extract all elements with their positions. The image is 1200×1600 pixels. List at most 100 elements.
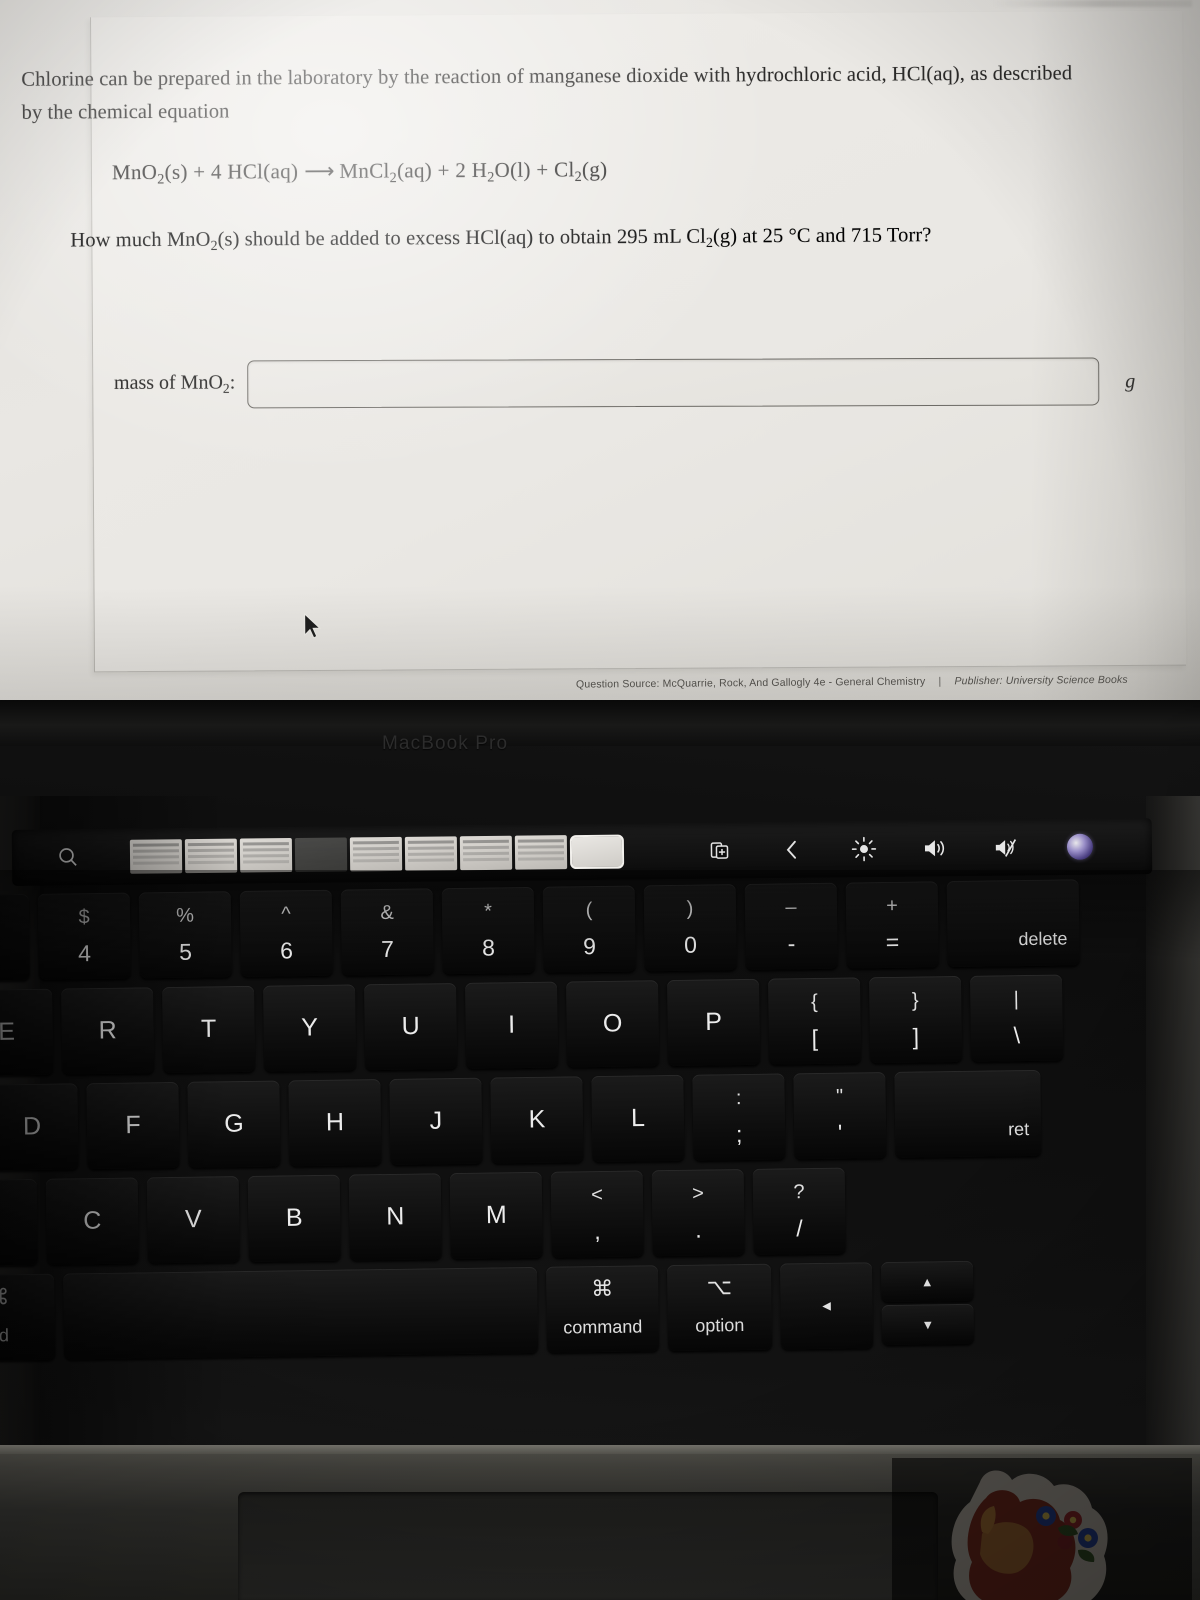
key-m[interactable]: M [449, 1171, 543, 1260]
key-i[interactable]: I [465, 981, 559, 1069]
key-command-left[interactable]: ⌘ nd [0, 1273, 56, 1362]
key-arrow-up[interactable]: ▴ [880, 1260, 974, 1303]
key-b[interactable]: B [247, 1174, 341, 1262]
key-u[interactable]: U [364, 982, 458, 1071]
touchbar-tab-thumbnail[interactable] [184, 838, 238, 874]
mass-answer-input[interactable] [247, 357, 1100, 409]
key-4-shift-label: $ [78, 906, 90, 929]
touchbar-tab-thumbnail[interactable] [239, 838, 293, 873]
key-e[interactable]: E [0, 988, 54, 1076]
equation-product-2a: H [471, 157, 488, 183]
key-9-label: 9 [582, 933, 597, 960]
answer-row: mass of MnO2: g [77, 357, 1177, 409]
trackpad[interactable] [238, 1492, 938, 1600]
key-arrow-left[interactable]: ◂ [779, 1262, 874, 1350]
key-c[interactable]: C [45, 1177, 139, 1265]
equation-product-3-state: (g) [581, 157, 608, 182]
key-n[interactable]: N [348, 1173, 442, 1261]
key-delete[interactable]: delete [946, 879, 1080, 968]
cut-off-ui-sliver [992, 0, 1192, 7]
touchbar-mute-button[interactable] [994, 833, 1022, 861]
key-greater-than-label: > [691, 1182, 704, 1205]
key-space[interactable] [63, 1266, 539, 1360]
touchbar-tab-thumbnail-active[interactable] [569, 834, 625, 870]
touchbar-search-button[interactable] [12, 845, 124, 870]
brightness-icon [851, 836, 877, 862]
touchbar-volume-button[interactable] [922, 834, 950, 862]
command-symbol-icon: ⌘ [591, 1275, 614, 1302]
key-command-right[interactable]: ⌘ command [545, 1265, 660, 1353]
key-r[interactable]: R [61, 987, 155, 1075]
key-bracket-left[interactable]: { [ [767, 977, 862, 1065]
key-o[interactable]: O [566, 980, 660, 1068]
touchbar-tab-thumbnail[interactable] [404, 836, 458, 871]
key-8[interactable]: * 8 [441, 886, 535, 975]
touch-bar[interactable] [11, 818, 1153, 886]
touchbar-back-button[interactable] [778, 836, 806, 864]
key-d-label: D [22, 1112, 42, 1141]
key-backslash[interactable]: | \ [969, 974, 1064, 1062]
key-n-label: N [386, 1202, 405, 1231]
key-question-mark-label: ? [793, 1181, 805, 1204]
key-7[interactable]: & 7 [340, 888, 434, 976]
key-y[interactable]: Y [263, 984, 357, 1072]
key-p[interactable]: P [667, 978, 761, 1067]
reaction-arrow-icon: ⟶ [304, 158, 334, 184]
touchbar-controls [706, 832, 1152, 865]
touchbar-tab-strip[interactable] [124, 834, 625, 874]
key-comma[interactable]: < , [550, 1170, 644, 1258]
touchbar-tab-thumbnail[interactable] [294, 837, 348, 873]
key-l[interactable]: L [591, 1074, 685, 1163]
key-return-label: ret [1007, 1119, 1030, 1140]
key-period-label: . [695, 1216, 702, 1243]
equation-product-2-sub: 2 [487, 169, 495, 186]
key-0[interactable]: ) 0 [643, 884, 737, 972]
key-equals[interactable]: + = [845, 881, 939, 969]
key-d[interactable]: D [0, 1083, 79, 1171]
key-g[interactable]: G [187, 1080, 281, 1168]
key-t[interactable]: T [162, 985, 256, 1074]
key-0-shift-label: ) [686, 897, 694, 920]
key-apostrophe-label: ' [837, 1119, 843, 1146]
key-slash[interactable]: ? / [752, 1167, 846, 1255]
key-hyphen[interactable]: – - [744, 882, 838, 970]
key-return[interactable]: ret [894, 1069, 1042, 1158]
key-g-label: G [224, 1109, 244, 1138]
key-y-label: Y [301, 1013, 319, 1042]
touchbar-tab-thumbnail[interactable] [459, 835, 513, 871]
key-9[interactable]: ( 9 [542, 885, 636, 973]
key-4[interactable]: $ 4 [37, 892, 131, 980]
key-3[interactable]: # 3 [0, 893, 30, 982]
key-arrow-down[interactable]: ▾ [881, 1303, 975, 1346]
screenshot-stage: Chlorine can be prepared in the laborato… [0, 0, 1200, 1600]
key-period[interactable]: > . [651, 1168, 745, 1257]
key-6[interactable]: ^ 6 [239, 889, 333, 977]
key-option-label: option [695, 1315, 745, 1336]
citation-separator: | [938, 675, 942, 688]
key-x[interactable]: X [0, 1178, 38, 1267]
key-k[interactable]: K [490, 1076, 584, 1164]
touchbar-brightness-button[interactable] [850, 835, 878, 863]
new-tab-icon [710, 842, 729, 859]
key-semicolon[interactable]: : ; [692, 1073, 786, 1161]
key-command-left-label: nd [0, 1325, 10, 1346]
key-h[interactable]: H [288, 1079, 382, 1167]
key-e-label: E [0, 1017, 16, 1046]
key-f[interactable]: F [86, 1081, 180, 1170]
touchbar-tab-thumbnail[interactable] [514, 835, 568, 870]
key-bracket-right[interactable]: } ] [868, 975, 963, 1064]
equation-product-1-state: (aq) [396, 158, 433, 183]
key-v[interactable]: V [146, 1176, 240, 1264]
key-quote[interactable]: " ' [793, 1072, 887, 1160]
key-option[interactable]: ⌥ option [666, 1263, 773, 1352]
citation-publisher: Publisher: University Science Books [954, 673, 1128, 688]
touchbar-new-tab-button[interactable] [706, 836, 734, 864]
touchbar-tab-thumbnail[interactable] [349, 836, 403, 872]
question-prompt-part-3: (g) at 25 °C and 715 Torr? [712, 224, 932, 248]
key-j[interactable]: J [389, 1077, 483, 1165]
touchbar-siri-button[interactable] [1066, 833, 1094, 861]
equation-coefficient-2: 4 [210, 159, 222, 184]
touchbar-tab-thumbnail[interactable] [129, 839, 183, 874]
equation-product-1: MnCl [339, 158, 390, 183]
key-5[interactable]: % 5 [138, 891, 232, 979]
